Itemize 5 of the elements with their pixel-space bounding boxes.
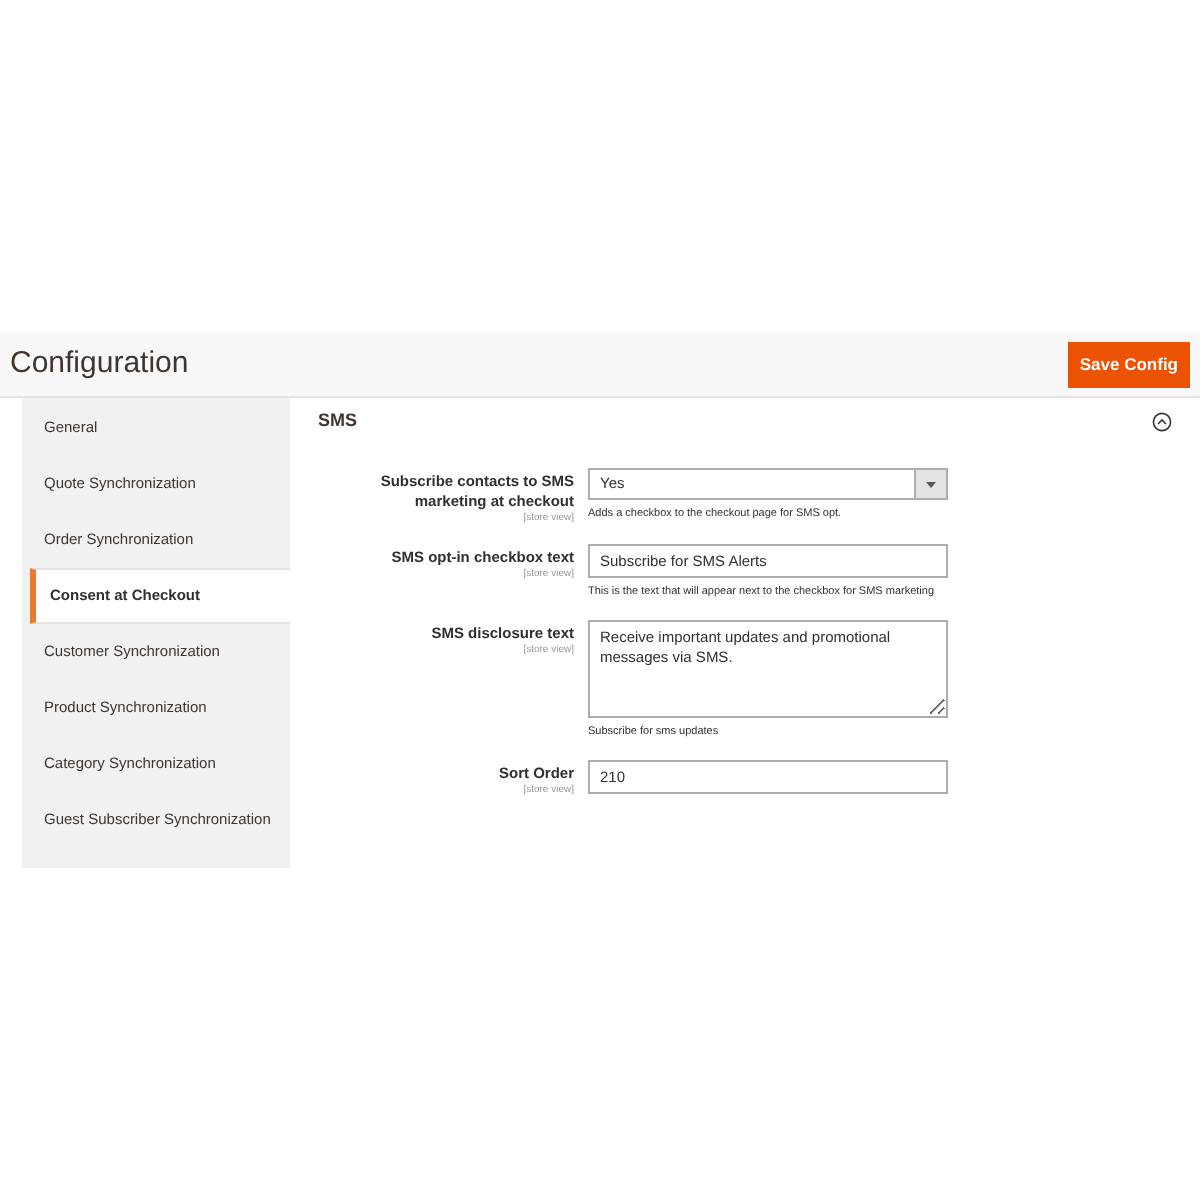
save-config-button[interactable]: Save Config <box>1067 341 1190 387</box>
dropdown-arrow-icon[interactable] <box>926 481 936 487</box>
collapse-icon[interactable] <box>1152 412 1172 432</box>
page-title: Configuration <box>10 343 189 384</box>
section-title: SMS <box>318 408 358 435</box>
